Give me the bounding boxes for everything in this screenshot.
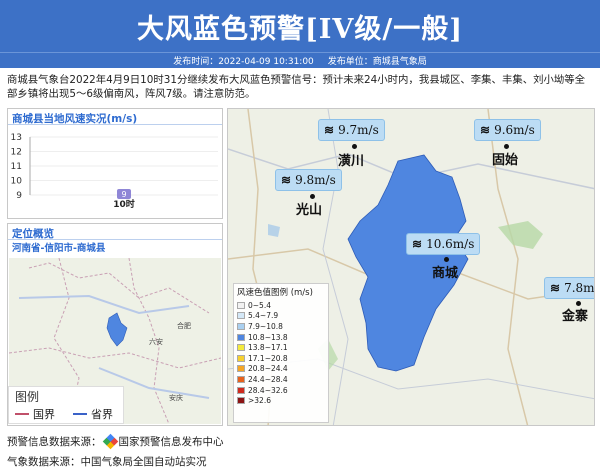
wind-tag-guangshan[interactable]: ≋ 9.8m/s bbox=[275, 169, 342, 191]
wind-legend-title: 风速色值图例 (m/s) bbox=[237, 288, 313, 298]
main-wind-map[interactable]: ≋ 9.7m/s ≋ 9.6m/s ≋ 9.8m/s ≋ 10.6m/s ≋ 7… bbox=[227, 108, 595, 426]
publish-unit: 发布单位：商城县气象局 bbox=[327, 57, 427, 67]
legend-swatch bbox=[237, 365, 245, 373]
city-label-gushi: 固始 bbox=[492, 153, 519, 168]
legend-swatch bbox=[237, 375, 245, 383]
wind-value-shangcheng: 10.6m/s bbox=[426, 237, 475, 251]
legend-label: >32.6 bbox=[248, 396, 271, 406]
warning-notice: 商城县气象台2022年4月9日10时31分继续发布大风蓝色预警信号：预计未来24… bbox=[7, 74, 586, 100]
warning-source-label: 预警信息数据来源： bbox=[7, 436, 102, 448]
legend-swatch bbox=[237, 333, 245, 341]
legend-swatch bbox=[237, 312, 245, 320]
wind-speed-chart: 131211109 910时 bbox=[11, 133, 218, 210]
national-border-swatch bbox=[15, 413, 29, 415]
city-dot-huangchuan bbox=[352, 144, 357, 149]
legend-swatch bbox=[237, 301, 245, 309]
city-label-shangcheng: 商城 bbox=[432, 266, 459, 281]
chart-x-tick: 10时 bbox=[113, 198, 135, 210]
wind-icon: ≋ bbox=[281, 173, 292, 187]
header-bar: 大风蓝色预警[IV级/一般] bbox=[0, 0, 600, 52]
warning-source-line: 预警信息数据来源： 国家预警信息发布中心 bbox=[7, 433, 224, 450]
legend-label: 7.9~10.8 bbox=[248, 321, 283, 331]
legend-swatch bbox=[237, 344, 245, 352]
legend-swatch bbox=[237, 397, 245, 405]
chart-panel-title: 商城县当地风速实况(m/s) bbox=[8, 109, 222, 125]
minimap-label-anqing: 安庆 bbox=[169, 393, 183, 402]
legend-label: 28.4~32.6 bbox=[248, 385, 288, 395]
city-label-huangchuan: 潢川 bbox=[338, 154, 365, 169]
legend-label: 5.4~7.9 bbox=[248, 311, 279, 321]
page-title: 大风蓝色预警[IV级/一般] bbox=[137, 13, 463, 45]
legend-label: 24.4~28.4 bbox=[248, 374, 288, 384]
warning-source-logo-icon bbox=[102, 433, 118, 450]
chart-y-tick: 10 bbox=[11, 177, 23, 187]
legend-swatch bbox=[237, 354, 245, 362]
legend-swatch bbox=[237, 322, 245, 330]
boundary-legend: 图例 国界 省界 bbox=[8, 386, 124, 424]
wind-tag-shangcheng[interactable]: ≋ 10.6m/s bbox=[406, 233, 481, 255]
wind-icon: ≋ bbox=[480, 123, 491, 137]
wind-icon: ≋ bbox=[550, 281, 561, 295]
wind-tag-gushi[interactable]: ≋ 9.6m/s bbox=[474, 119, 541, 141]
chart-y-tick: 13 bbox=[11, 133, 22, 143]
legend-label: 0~5.4 bbox=[248, 300, 271, 310]
location-panel-title: 定位概览 bbox=[8, 224, 222, 240]
publish-time: 发布时间：2022-04-09 10:31:00 bbox=[173, 57, 314, 67]
chart-data-label: 9 bbox=[121, 190, 126, 199]
wind-value-guangshan: 9.8m/s bbox=[295, 173, 336, 187]
region-path: 河南省-信阳市-商城县 bbox=[12, 243, 106, 254]
legend-label: 17.1~20.8 bbox=[248, 353, 288, 363]
legend-label: 13.8~17.1 bbox=[248, 343, 288, 353]
legend-swatch bbox=[237, 386, 245, 394]
weather-source-line: 气象数据来源：中国气象局全国自动站实况 bbox=[7, 456, 207, 468]
city-label-jinzhai: 金寨 bbox=[562, 309, 589, 324]
wind-icon: ≋ bbox=[324, 123, 335, 137]
wind-speed-chart-panel: 商城县当地风速实况(m/s) 13 12 11 10 9 9 10时 bbox=[7, 108, 223, 219]
province-border-label: 省界 bbox=[91, 408, 113, 421]
wind-value-gushi: 9.6m/s bbox=[494, 123, 535, 137]
wind-speed-legend: 风速色值图例 (m/s) 0~5.4 5.4~7.9 7.9~10.8 10.8… bbox=[233, 283, 329, 423]
wind-icon: ≋ bbox=[412, 237, 423, 251]
national-border-label: 国界 bbox=[33, 408, 55, 421]
city-label-guangshan: 光山 bbox=[296, 203, 323, 218]
minimap-label-hefei: 合肥 bbox=[177, 321, 191, 330]
chart-y-tick: 11 bbox=[11, 162, 22, 172]
warning-source-name: 国家预警信息发布中心 bbox=[118, 436, 224, 448]
legend-label: 20.8~24.4 bbox=[248, 364, 288, 374]
chart-y-tick: 12 bbox=[11, 148, 22, 158]
wind-value-jinzhai: 7.8m/s bbox=[564, 281, 595, 295]
wind-tag-jinzhai[interactable]: ≋ 7.8m/s bbox=[544, 277, 595, 299]
wind-tag-huangchuan[interactable]: ≋ 9.7m/s bbox=[318, 119, 385, 141]
province-border-swatch bbox=[73, 413, 87, 415]
wind-value-huangchuan: 9.7m/s bbox=[338, 123, 379, 137]
minimap-label-luan: 六安 bbox=[149, 337, 163, 346]
legend-label: 10.8~13.8 bbox=[248, 332, 288, 342]
publish-info-bar: 发布时间：2022-04-09 10:31:00 发布单位：商城县气象局 bbox=[0, 52, 600, 68]
boundary-legend-title: 图例 bbox=[15, 390, 40, 404]
chart-y-tick: 9 bbox=[16, 191, 22, 201]
